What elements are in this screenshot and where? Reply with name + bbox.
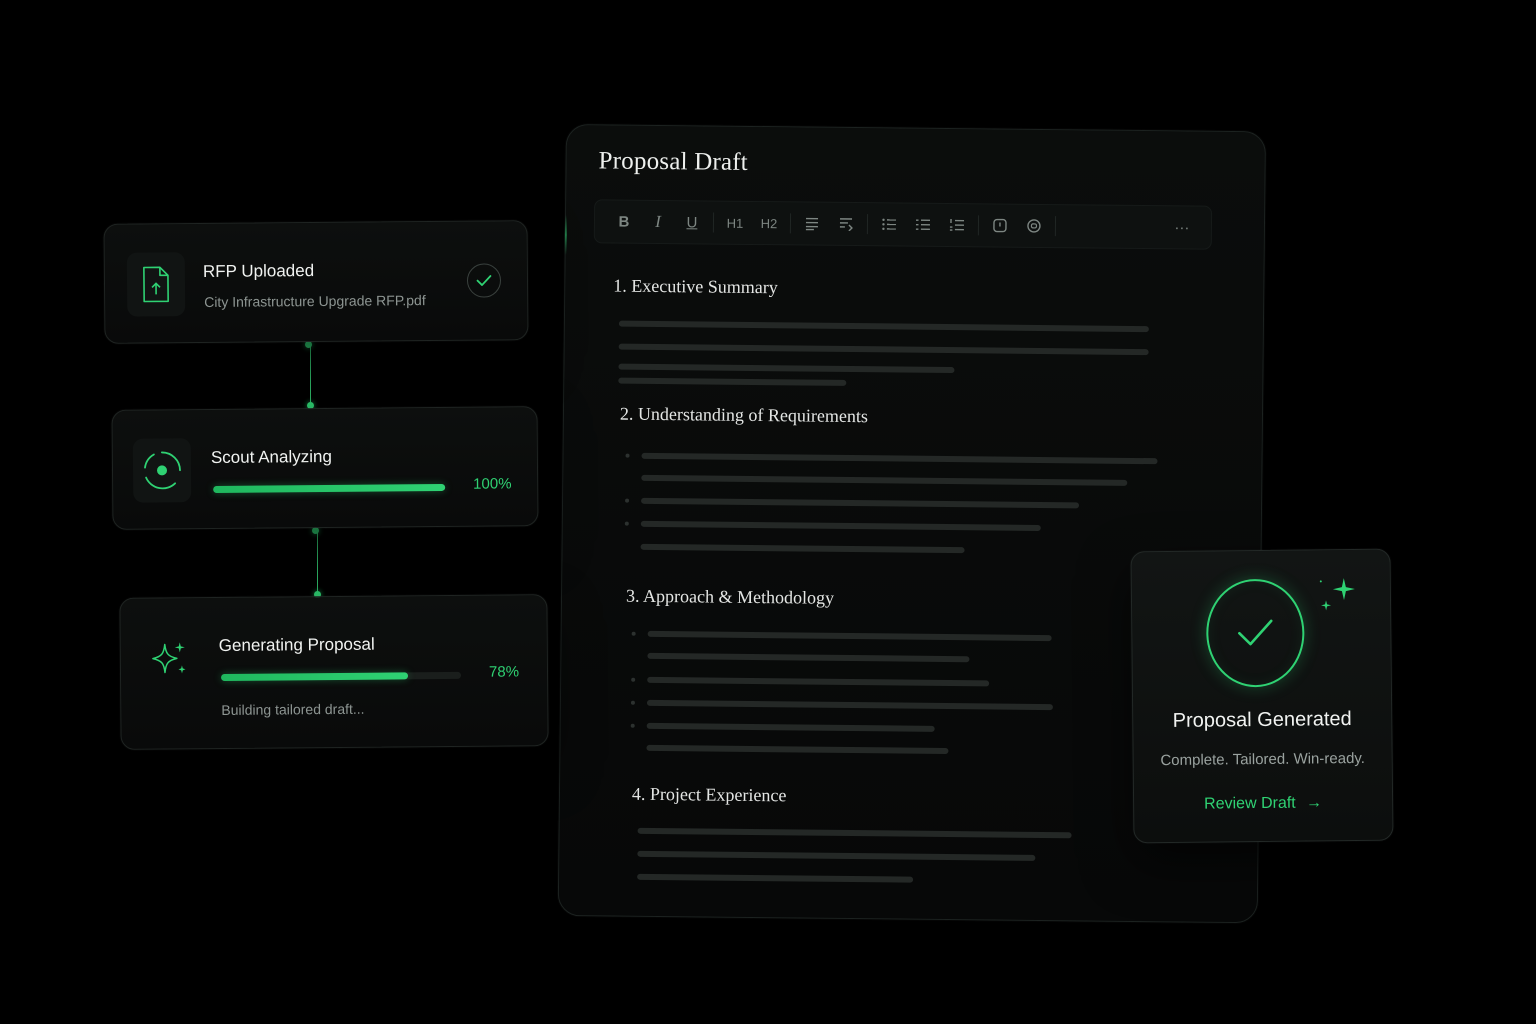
list-bullet <box>630 723 635 728</box>
toolbar-divider <box>712 212 715 233</box>
document-title: Proposal Draft <box>598 147 749 176</box>
more-options-button[interactable]: ··· <box>1165 213 1199 241</box>
list-bullet <box>630 700 635 705</box>
placeholder-text-line <box>637 827 1072 839</box>
placeholder-text-line <box>647 676 990 687</box>
toolbar-divider <box>1054 216 1057 237</box>
list-bullet <box>625 498 630 503</box>
toolbar-divider <box>977 215 980 236</box>
placeholder-text-line <box>618 320 1149 333</box>
proposal-generated-card: Proposal Generated Complete. Tailored. W… <box>1130 548 1394 844</box>
list-bullet <box>631 631 636 636</box>
progress-percent: 78% <box>488 663 520 681</box>
placeholder-text-line <box>647 630 1052 642</box>
progress-fill <box>221 672 409 681</box>
check-circle-icon <box>466 263 502 298</box>
placeholder-text-line <box>646 744 949 755</box>
placeholder-text-line <box>647 652 970 663</box>
placeholder-text-line <box>618 343 1149 356</box>
editor-accent-edge <box>564 214 568 256</box>
file-upload-icon <box>143 266 169 303</box>
numbered-list-icon[interactable] <box>940 211 974 239</box>
sparkle-icon <box>149 638 189 683</box>
sparkle-icon <box>1319 578 1355 611</box>
bold-button[interactable]: B <box>607 207 641 235</box>
review-draft-label: Review Draft <box>1204 794 1296 813</box>
progress-percent: 100% <box>473 475 512 493</box>
progress-bar <box>221 671 462 681</box>
arrow-right-icon: → <box>1306 794 1323 812</box>
placeholder-text-line <box>618 377 847 386</box>
step-icon-box <box>126 252 186 317</box>
step-connector <box>310 344 311 406</box>
italic-button[interactable]: I <box>641 208 675 236</box>
placeholder-text-line <box>641 497 1080 509</box>
placeholder-text-line <box>640 520 1041 531</box>
placeholder-text-line <box>637 850 1036 861</box>
step-rfp-uploaded[interactable]: RFP Uploaded City Infrastructure Upgrade… <box>103 220 529 344</box>
section-heading: 4. Project Experience <box>631 783 787 806</box>
step-subtitle: Building tailored draft... <box>221 700 365 718</box>
list-bullet <box>631 677 636 682</box>
heading2-button[interactable]: H2 <box>752 209 786 237</box>
list-bullet <box>625 453 630 458</box>
step-connector <box>317 530 318 596</box>
format-text-icon[interactable] <box>829 210 863 238</box>
list-bullet <box>624 521 629 526</box>
step-title: Scout Analyzing <box>210 446 332 467</box>
placeholder-text-line <box>637 873 914 883</box>
placeholder-text-line <box>618 363 955 374</box>
document-body[interactable]: 1. Executive Summary 2. Understanding of… <box>607 258 1216 902</box>
progress-bar <box>213 483 446 493</box>
step-scout-analyzing[interactable]: Scout Analyzing 100% <box>111 406 539 530</box>
target-icon <box>144 451 181 490</box>
bullet-list-icon[interactable] <box>872 210 906 238</box>
placeholder-text-line <box>640 543 965 554</box>
toolbar-divider <box>789 213 792 234</box>
placeholder-text-line <box>646 699 1053 711</box>
section-heading: 1. Executive Summary <box>613 275 778 298</box>
placeholder-text-line <box>641 474 1128 486</box>
formatting-toolbar: B I U H1 H2 ··· <box>593 199 1213 250</box>
success-title: Proposal Generated <box>1172 708 1352 732</box>
emoji-icon[interactable] <box>1017 212 1051 240</box>
step-icon-box <box>132 438 192 503</box>
dash-list-icon[interactable] <box>906 211 940 239</box>
section-heading: 2. Understanding of Requirements <box>619 403 869 427</box>
step-title: Generating Proposal <box>218 634 375 656</box>
success-subtitle: Complete. Tailored. Win-ready. <box>1160 749 1366 770</box>
section-heading: 3. Approach & Methodology <box>625 585 835 608</box>
comment-icon[interactable] <box>983 211 1017 239</box>
step-subtitle: City Infrastructure Upgrade RFP.pdf <box>204 292 426 310</box>
underline-button[interactable]: U <box>675 208 709 236</box>
check-circle-icon <box>1205 578 1305 688</box>
placeholder-text-line <box>646 722 935 732</box>
toolbar-divider <box>866 214 869 235</box>
heading1-button[interactable]: H1 <box>718 209 752 237</box>
placeholder-text-line <box>641 452 1158 465</box>
review-draft-link[interactable]: Review Draft → <box>1134 794 1392 815</box>
step-title: RFP Uploaded <box>202 261 315 281</box>
step-generating-proposal[interactable]: Generating Proposal 78% Building tailore… <box>119 594 549 750</box>
align-left-icon[interactable] <box>795 209 829 237</box>
progress-fill <box>213 483 446 493</box>
